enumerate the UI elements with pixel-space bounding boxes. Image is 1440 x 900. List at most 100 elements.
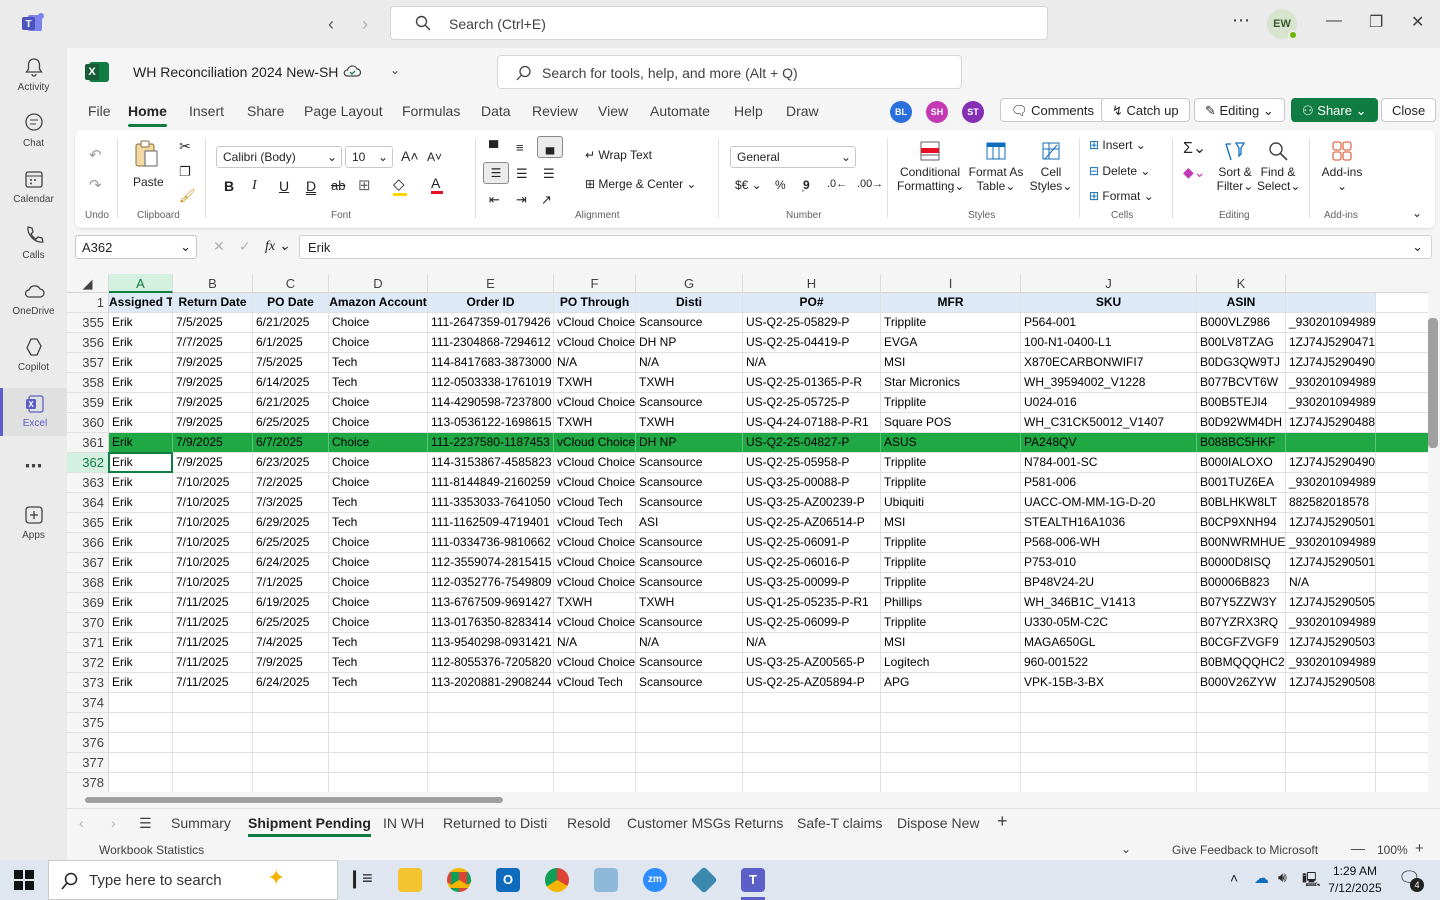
row-number[interactable]: 365	[67, 513, 109, 532]
cell[interactable]: 7/11/2025	[173, 593, 253, 612]
conditional-formatting-button[interactable]: Conditional Formatting⌄	[897, 140, 964, 193]
sheet-tab[interactable]: Resold	[567, 815, 611, 831]
rail-item-chat[interactable]: Chat	[0, 112, 67, 149]
cell[interactable]	[1197, 753, 1286, 772]
row-number[interactable]: 356	[67, 333, 109, 352]
font-color-icon[interactable]: A	[431, 175, 443, 194]
cell[interactable]	[1021, 693, 1197, 712]
cell[interactable]: US-Q1-25-05235-P-R1	[743, 593, 881, 612]
editing-mode-button[interactable]: ✎ Editing ⌄	[1194, 98, 1285, 122]
cell[interactable]: Tripplite	[881, 533, 1021, 552]
row-number[interactable]: 378	[67, 773, 109, 792]
cell[interactable]: ASUS	[881, 433, 1021, 452]
sort-filter-button[interactable]: Sort & Filter⌄	[1215, 140, 1255, 193]
cell[interactable]	[428, 693, 554, 712]
cell[interactable]: Erik	[109, 373, 173, 392]
cell[interactable]	[253, 733, 329, 752]
cell[interactable]: Erik	[109, 593, 173, 612]
rail-item-activity[interactable]: Activity	[0, 56, 67, 93]
row-number[interactable]: 367	[67, 553, 109, 572]
cell[interactable]	[1021, 713, 1197, 732]
share-button[interactable]: ⚇ Share ⌄	[1291, 98, 1378, 122]
cell[interactable]: TXWH	[554, 413, 636, 432]
cell[interactable]: Tech	[329, 633, 428, 652]
accounting-format-icon[interactable]: $€ ⌄	[735, 178, 762, 192]
collaborator-avatar[interactable]: BL	[890, 101, 912, 123]
underline-icon[interactable]: U	[279, 178, 289, 194]
sheet-tab[interactable]: Safe-T claims	[797, 815, 882, 831]
all-sheets-menu-icon[interactable]: ☰	[139, 815, 152, 832]
cell[interactable]	[428, 773, 554, 792]
cell[interactable]	[1197, 773, 1286, 792]
cell[interactable]: US-Q2-25-06016-P	[743, 553, 881, 572]
show-hidden-icons[interactable]: ˄	[1230, 870, 1238, 886]
header-cell[interactable]: MFR	[881, 293, 1021, 312]
collaborator-avatar[interactable]: SH	[926, 101, 948, 123]
tab-file[interactable]: File	[88, 103, 111, 119]
cell[interactable]: UACC-OM-MM-1G-D-20	[1021, 493, 1197, 512]
cell[interactable]: 7/9/2025	[173, 433, 253, 452]
cell[interactable]: 7/9/2025	[253, 653, 329, 672]
cell[interactable]: 1ZJ74J529050186263	[1286, 553, 1376, 572]
onedrive-tray-icon[interactable]: ☁	[1254, 869, 1269, 887]
cell[interactable]: Erik	[109, 653, 173, 672]
saved-status-icon[interactable]	[343, 63, 362, 82]
row-number[interactable]: 355	[67, 313, 109, 332]
cell[interactable]	[109, 693, 173, 712]
name-box[interactable]: A362 ⌄	[75, 235, 197, 259]
close-window-icon[interactable]: ✕	[1411, 12, 1424, 32]
cell[interactable]	[1197, 713, 1286, 732]
cell[interactable]: vCloud Choice	[554, 533, 636, 552]
cell[interactable]: 113-6767509-9691427	[428, 593, 554, 612]
cut-icon[interactable]: ✂	[179, 138, 191, 155]
font-name-select[interactable]: Calibri (Body) ⌄	[216, 146, 342, 168]
tab-formulas[interactable]: Formulas	[402, 103, 460, 119]
cell[interactable]	[636, 753, 743, 772]
cell[interactable]	[743, 733, 881, 752]
percent-icon[interactable]: %	[775, 178, 786, 192]
cell[interactable]: 1ZJ74J529049018894	[1286, 453, 1376, 472]
cell[interactable]: 7/11/2025	[173, 633, 253, 652]
cell[interactable]: 7/4/2025	[253, 633, 329, 652]
cell[interactable]	[743, 693, 881, 712]
cell[interactable]: US-Q3-25-AZ00239-P	[743, 493, 881, 512]
task-view-icon[interactable]: ❙≡	[347, 868, 373, 892]
cell[interactable]: Tech	[329, 493, 428, 512]
cell[interactable]: Choice	[329, 333, 428, 352]
cell[interactable]	[636, 733, 743, 752]
cell[interactable]: 111-3353033-7641050	[428, 493, 554, 512]
cell[interactable]: Square POS	[881, 413, 1021, 432]
column-header-f[interactable]: F	[554, 274, 636, 293]
cell[interactable]: 6/7/2025	[253, 433, 329, 452]
cell[interactable]: B088BC5HKF	[1197, 433, 1286, 452]
collaborator-avatar[interactable]: ST	[962, 101, 984, 123]
comma-style-icon[interactable]: ̹9	[803, 178, 810, 192]
cell[interactable]	[743, 773, 881, 792]
cell[interactable]: 111-2237580-1187453	[428, 433, 554, 452]
bold-icon[interactable]: B	[224, 178, 234, 194]
tab-review[interactable]: Review	[532, 103, 578, 119]
cell[interactable]: B0CGFZVGF9	[1197, 633, 1286, 652]
cell[interactable]: Erik	[109, 433, 173, 452]
sheet-tab[interactable]: Dispose New	[897, 815, 979, 831]
forward-arrow-icon[interactable]: ›	[362, 14, 368, 35]
cell[interactable]	[554, 693, 636, 712]
autosum-icon[interactable]: Σ⌄	[1183, 138, 1206, 158]
cell[interactable]: 1ZJ74J529050539186	[1286, 593, 1376, 612]
cell[interactable]	[743, 713, 881, 732]
cell[interactable]: US-Q3-25-00099-P	[743, 573, 881, 592]
cell[interactable]: TXWH	[636, 413, 743, 432]
find-select-button[interactable]: Find & Select⌄	[1257, 140, 1300, 193]
rail-item-excel[interactable]: X Excel	[0, 388, 67, 436]
cell[interactable]: Ubiquiti	[881, 493, 1021, 512]
cell[interactable]: TXWH	[554, 373, 636, 392]
cell[interactable]: DH NP	[636, 433, 743, 452]
cell[interactable]: 7/11/2025	[173, 673, 253, 692]
cell[interactable]	[636, 773, 743, 792]
cell[interactable]: 113-9540298-0931421	[428, 633, 554, 652]
tab-insert[interactable]: Insert	[189, 103, 224, 119]
cell[interactable]	[329, 713, 428, 732]
cell[interactable]: Erik	[109, 513, 173, 532]
cell[interactable]: vCloud Choice	[554, 553, 636, 572]
cell[interactable]	[109, 713, 173, 732]
